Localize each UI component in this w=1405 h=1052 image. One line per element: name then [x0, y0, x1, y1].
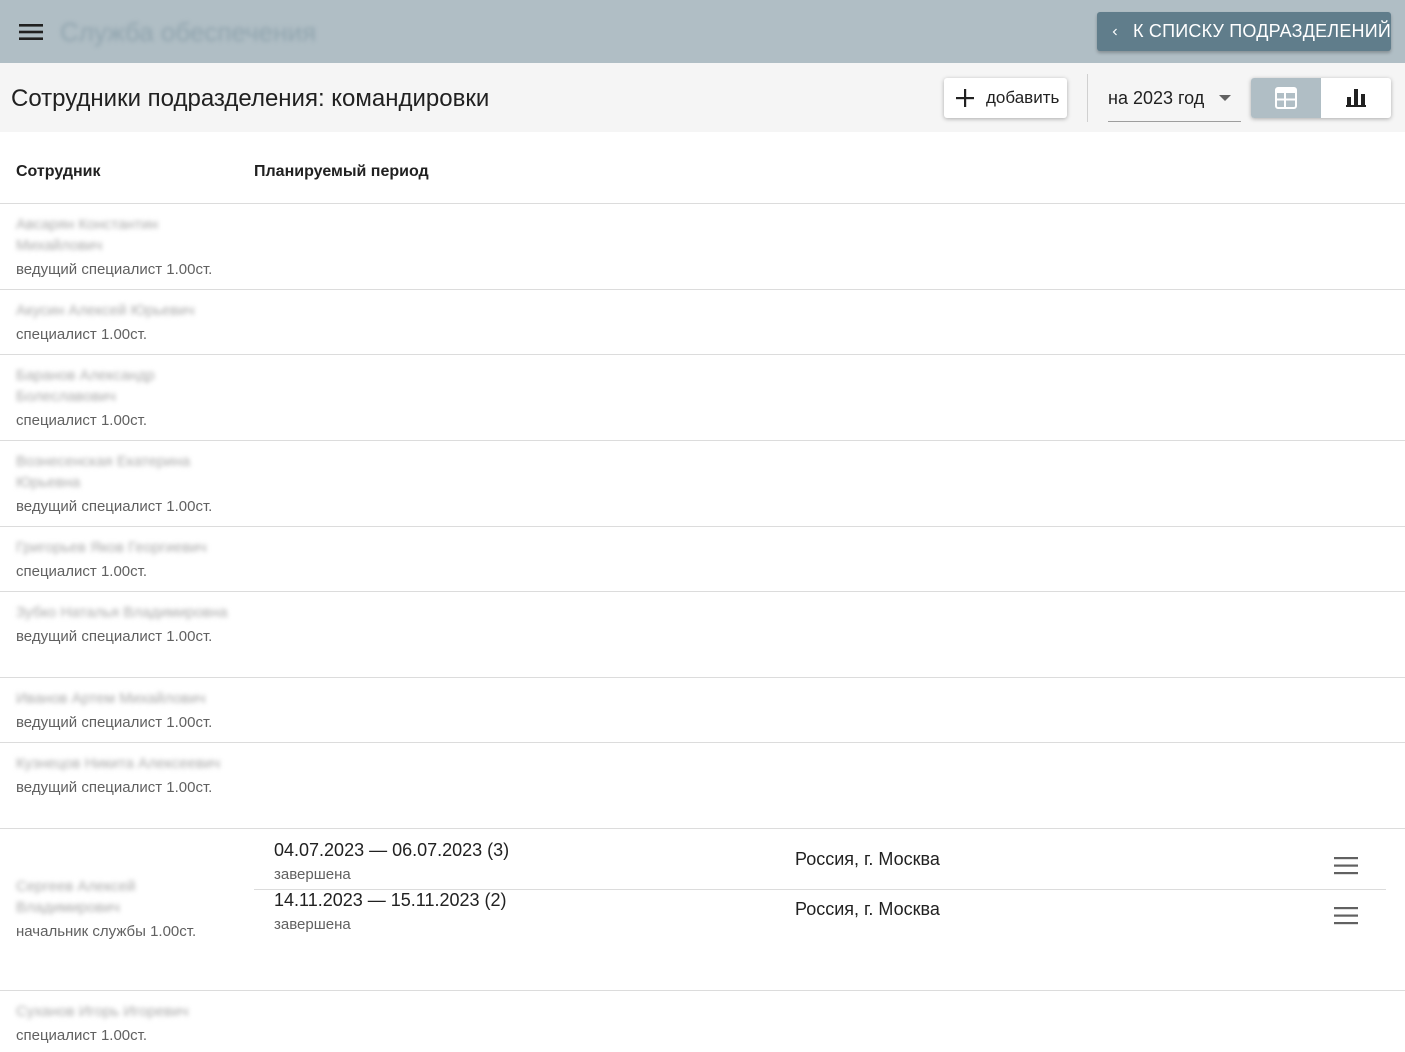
view-toggle: [1251, 78, 1391, 118]
employee-name: Акусин Алексей Юрьевич: [16, 302, 195, 319]
app-bar: Служба обеспечения К СПИСКУ ПОДРАЗДЕЛЕНИ…: [0, 0, 1405, 63]
table-row[interactable]: Суханов Игорь Игоревич специалист 1.00ст…: [0, 991, 1405, 1052]
employee-cell: Кузнецов Никита Алексеевич ведущий специ…: [16, 753, 242, 798]
year-select-value: на 2023 год: [1108, 88, 1205, 108]
employee-cell: Сергеев Алексей Владимирович начальник с…: [16, 876, 242, 942]
table-row[interactable]: Кузнецов Никита Алексеевич ведущий специ…: [0, 743, 1405, 829]
trip-menu-icon[interactable]: [1332, 904, 1360, 928]
back-to-departments-button[interactable]: К СПИСКУ ПОДРАЗДЕЛЕНИЙ: [1097, 12, 1391, 51]
trip-period: 04.07.2023 — 06.07.2023 (3): [274, 840, 510, 860]
employee-cell: Суханов Игорь Игоревич специалист 1.00ст…: [16, 1001, 242, 1046]
employee-name: Суханов Игорь Игоревич: [16, 1003, 189, 1020]
trip-menu-icon[interactable]: [1332, 854, 1360, 878]
table-icon: [1275, 87, 1297, 109]
header-period: Планируемый период: [254, 163, 429, 180]
table-row[interactable]: Акусин Алексей Юрьевич специалист 1.00ст…: [0, 290, 1405, 355]
employee-name: Баранов Александр Болеславович: [16, 367, 155, 405]
employee-position: специалист 1.00ст.: [16, 563, 148, 580]
add-button-label: добавить: [986, 88, 1060, 107]
chart-view-button[interactable]: [1321, 78, 1391, 118]
employee-name: Сергеев Алексей Владимирович: [16, 878, 136, 916]
trip-period: 14.11.2023 — 15.11.2023 (2): [274, 890, 507, 910]
employee-name: Вознесенская Екатерина Юрьевна: [16, 453, 191, 491]
employee-name: Кузнецов Никита Алексеевич: [16, 755, 221, 772]
bar-chart-icon: [1346, 89, 1366, 107]
employee-cell: Баранов Александр Болеславович специалис…: [16, 365, 242, 431]
trip-entry[interactable]: 14.11.2023 — 15.11.2023 (2) завершена Ро…: [254, 890, 1386, 940]
page-title: Сотрудники подразделения: командировки: [11, 85, 490, 112]
trip-destination: Россия, г. Москва: [795, 899, 940, 919]
employee-position: специалист 1.00ст.: [16, 1027, 148, 1044]
employee-name: Авсарян Константин Михайлович: [16, 216, 159, 254]
employee-cell: Вознесенская Екатерина Юрьевна ведущий с…: [16, 451, 242, 517]
employee-position: ведущий специалист 1.00ст.: [16, 498, 213, 515]
plus-icon: [956, 89, 974, 107]
trip-status: завершена: [274, 916, 351, 933]
trip-entry[interactable]: 04.07.2023 — 06.07.2023 (3) завершена Ро…: [254, 840, 1386, 890]
trip-destination: Россия, г. Москва: [795, 849, 940, 869]
year-select[interactable]: на 2023 год: [1108, 77, 1241, 122]
table-header: Сотрудник Планируемый период: [0, 132, 1405, 204]
employee-position: ведущий специалист 1.00ст.: [16, 628, 213, 645]
back-button-label: К СПИСКУ ПОДРАЗДЕЛЕНИЙ: [1133, 21, 1391, 41]
employee-cell: Иванов Артем Михайлович ведущий специали…: [16, 688, 242, 733]
table-row[interactable]: Иванов Артем Михайлович ведущий специали…: [0, 678, 1405, 743]
employee-position: ведущий специалист 1.00ст.: [16, 261, 213, 278]
employee-name: Зубко Наталья Владимировна: [16, 604, 228, 621]
employee-cell: Зубко Наталья Владимировна ведущий специ…: [16, 602, 242, 647]
toolbar-divider: [1087, 74, 1088, 122]
menu-icon[interactable]: [14, 17, 48, 47]
page-toolbar: Сотрудники подразделения: командировки д…: [0, 63, 1405, 132]
employee-position: специалист 1.00ст.: [16, 412, 148, 429]
employee-cell: Григорьев Яков Георгиевич специалист 1.0…: [16, 537, 242, 582]
trip-status: завершена: [274, 866, 351, 883]
add-button[interactable]: добавить: [944, 78, 1067, 118]
chevron-down-icon: [1219, 95, 1231, 101]
table-row[interactable]: Зубко Наталья Владимировна ведущий специ…: [0, 592, 1405, 678]
employee-cell: Авсарян Константин Михайлович ведущий сп…: [16, 214, 242, 280]
app-title: Служба обеспечения: [60, 17, 317, 47]
table-row[interactable]: Сергеев Алексей Владимирович начальник с…: [0, 829, 1405, 991]
employee-position: ведущий специалист 1.00ст.: [16, 779, 213, 796]
employee-position: ведущий специалист 1.00ст.: [16, 714, 213, 731]
table-row[interactable]: Баранов Александр Болеславович специалис…: [0, 355, 1405, 441]
table-row[interactable]: Вознесенская Екатерина Юрьевна ведущий с…: [0, 441, 1405, 527]
table-view-button[interactable]: [1251, 78, 1321, 118]
header-employee: Сотрудник: [16, 163, 101, 180]
employee-position: начальник службы 1.00ст.: [16, 923, 197, 940]
chevron-left-icon: [1112, 28, 1117, 35]
employee-position: специалист 1.00ст.: [16, 326, 148, 343]
employee-name: Григорьев Яков Георгиевич: [16, 539, 207, 556]
table-row[interactable]: Григорьев Яков Георгиевич специалист 1.0…: [0, 527, 1405, 592]
table-row[interactable]: Авсарян Константин Михайлович ведущий сп…: [0, 204, 1405, 290]
employee-name: Иванов Артем Михайлович: [16, 690, 206, 707]
employee-cell: Акусин Алексей Юрьевич специалист 1.00ст…: [16, 300, 242, 345]
